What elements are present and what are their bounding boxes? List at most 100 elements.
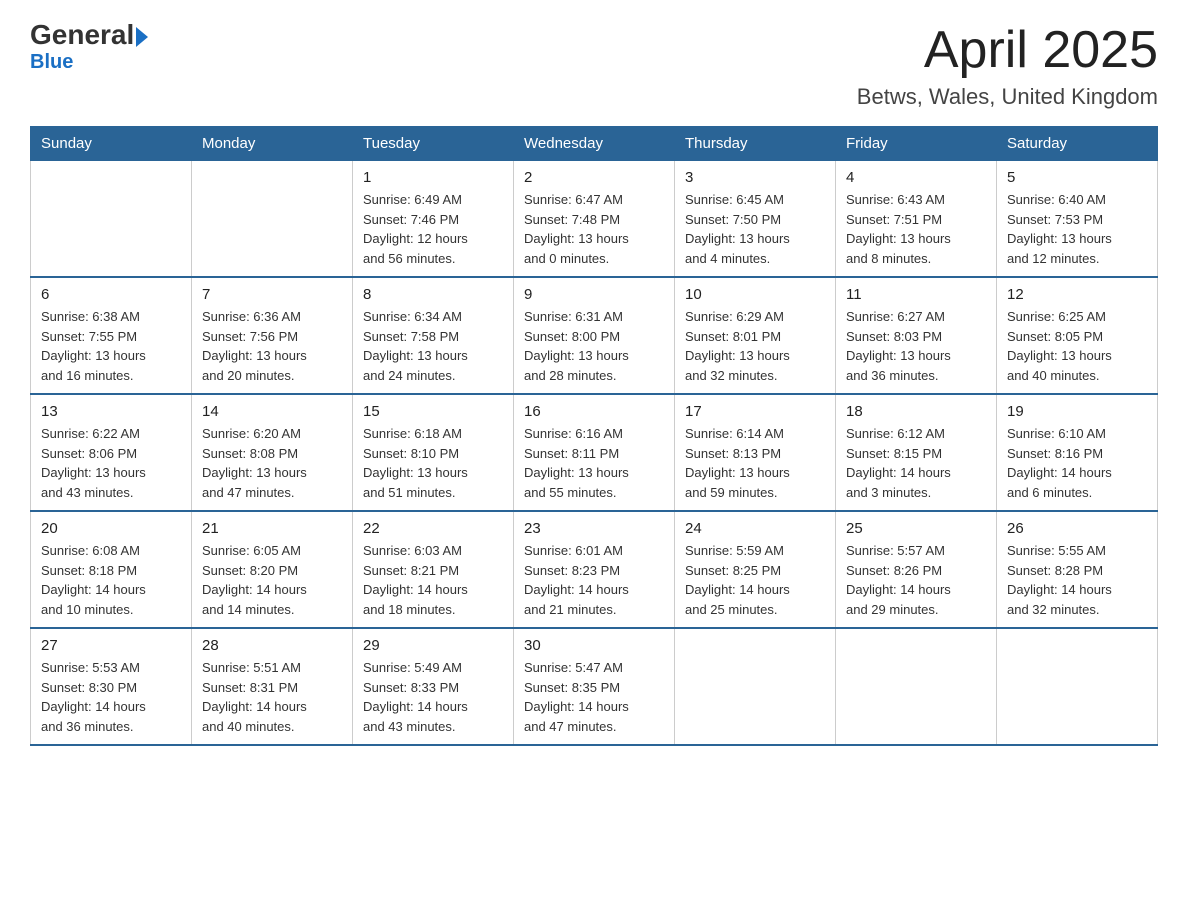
day-info: Sunrise: 6:25 AM Sunset: 8:05 PM Dayligh… [1007,307,1147,385]
day-number: 7 [202,286,342,303]
logo-line1: General [30,20,148,51]
weekday-header-thursday: Thursday [675,127,836,161]
day-number: 27 [41,637,181,654]
day-number: 30 [524,637,664,654]
calendar-cell: 3 Sunrise: 6:45 AM Sunset: 7:50 PM Daylig… [675,161,836,278]
calendar-cell: 7 Sunrise: 6:36 AM Sunset: 7:56 PM Daylig… [192,277,353,394]
logo-line2: Blue [30,51,73,74]
month-title: April 2025 [857,20,1158,80]
day-number: 4 [846,169,986,186]
day-info: Sunrise: 6:01 AM Sunset: 8:23 PM Dayligh… [524,541,664,619]
logo: General Blue [30,20,148,74]
calendar-cell [192,161,353,278]
day-info: Sunrise: 6:40 AM Sunset: 7:53 PM Dayligh… [1007,190,1147,268]
day-number: 26 [1007,520,1147,537]
day-number: 8 [363,286,503,303]
calendar-cell: 9Sunrise: 6:31 AM Sunset: 8:00 PM Daylig… [514,277,675,394]
calendar-cell: 16Sunrise: 6:16 AM Sunset: 8:11 PM Dayli… [514,394,675,511]
calendar-cell: 13 Sunrise: 6:22 AM Sunset: 8:06 PM Dayli… [31,394,192,511]
day-number: 1 [363,169,503,186]
calendar-cell: 6 Sunrise: 6:38 AM Sunset: 7:55 PM Daylig… [31,277,192,394]
calendar-cell: 18 Sunrise: 6:12 AM Sunset: 8:15 PM Dayli… [836,394,997,511]
day-info: Sunrise: 6:18 AM Sunset: 8:10 PM Dayligh… [363,424,503,502]
day-number: 14 [202,403,342,420]
calendar-cell: 19 Sunrise: 6:10 AM Sunset: 8:16 PM Dayli… [997,394,1158,511]
calendar-cell: 14Sunrise: 6:20 AM Sunset: 8:08 PM Dayli… [192,394,353,511]
day-info: Sunrise: 5:49 AM Sunset: 8:33 PM Dayligh… [363,658,503,736]
day-info: Sunrise: 6:05 AM Sunset: 8:20 PM Dayligh… [202,541,342,619]
day-number: 28 [202,637,342,654]
weekday-header-sunday: Sunday [31,127,192,161]
day-number: 29 [363,637,503,654]
calendar-cell [31,161,192,278]
calendar-week-row: 27 Sunrise: 5:53 AM Sunset: 8:30 PM Dayli… [31,628,1158,745]
day-number: 17 [685,403,825,420]
day-info: Sunrise: 6:08 AM Sunset: 8:18 PM Dayligh… [41,541,181,619]
calendar-cell: 29 Sunrise: 5:49 AM Sunset: 8:33 PM Dayli… [353,628,514,745]
calendar-cell: 20 Sunrise: 6:08 AM Sunset: 8:18 PM Dayli… [31,511,192,628]
calendar-week-row: 20 Sunrise: 6:08 AM Sunset: 8:18 PM Dayli… [31,511,1158,628]
day-number: 21 [202,520,342,537]
day-number: 13 [41,403,181,420]
day-info: Sunrise: 6:43 AM Sunset: 7:51 PM Dayligh… [846,190,986,268]
day-info: Sunrise: 6:49 AM Sunset: 7:46 PM Dayligh… [363,190,503,268]
day-number: 24 [685,520,825,537]
calendar-cell: 17 Sunrise: 6:14 AM Sunset: 8:13 PM Dayli… [675,394,836,511]
day-info: Sunrise: 6:47 AM Sunset: 7:48 PM Dayligh… [524,190,664,268]
day-info: Sunrise: 6:14 AM Sunset: 8:13 PM Dayligh… [685,424,825,502]
calendar-cell: 12 Sunrise: 6:25 AM Sunset: 8:05 PM Dayli… [997,277,1158,394]
day-info: Sunrise: 6:31 AM Sunset: 8:00 PM Dayligh… [524,307,664,385]
day-number: 20 [41,520,181,537]
header: General Blue April 2025 Betws, Wales, Un… [30,20,1158,110]
day-info: Sunrise: 5:57 AM Sunset: 8:26 PM Dayligh… [846,541,986,619]
day-info: Sunrise: 6:29 AM Sunset: 8:01 PM Dayligh… [685,307,825,385]
day-info: Sunrise: 6:10 AM Sunset: 8:16 PM Dayligh… [1007,424,1147,502]
calendar-cell: 22 Sunrise: 6:03 AM Sunset: 8:21 PM Dayli… [353,511,514,628]
title-area: April 2025 Betws, Wales, United Kingdom [857,20,1158,110]
day-number: 12 [1007,286,1147,303]
day-info: Sunrise: 6:38 AM Sunset: 7:55 PM Dayligh… [41,307,181,385]
calendar-cell: 27 Sunrise: 5:53 AM Sunset: 8:30 PM Dayli… [31,628,192,745]
calendar-cell [675,628,836,745]
calendar-cell [997,628,1158,745]
day-info: Sunrise: 6:45 AM Sunset: 7:50 PM Dayligh… [685,190,825,268]
day-number: 15 [363,403,503,420]
day-info: Sunrise: 5:55 AM Sunset: 8:28 PM Dayligh… [1007,541,1147,619]
calendar-cell: 10 Sunrise: 6:29 AM Sunset: 8:01 PM Dayli… [675,277,836,394]
day-info: Sunrise: 6:22 AM Sunset: 8:06 PM Dayligh… [41,424,181,502]
day-number: 22 [363,520,503,537]
day-number: 18 [846,403,986,420]
calendar-table: SundayMondayTuesdayWednesdayThursdayFrid… [30,126,1158,746]
calendar-cell: 26 Sunrise: 5:55 AM Sunset: 8:28 PM Dayli… [997,511,1158,628]
day-number: 10 [685,286,825,303]
day-info: Sunrise: 6:03 AM Sunset: 8:21 PM Dayligh… [363,541,503,619]
day-number: 3 [685,169,825,186]
calendar-week-row: 6 Sunrise: 6:38 AM Sunset: 7:55 PM Daylig… [31,277,1158,394]
day-info: Sunrise: 5:47 AM Sunset: 8:35 PM Dayligh… [524,658,664,736]
day-info: Sunrise: 6:34 AM Sunset: 7:58 PM Dayligh… [363,307,503,385]
calendar-cell: 24Sunrise: 5:59 AM Sunset: 8:25 PM Dayli… [675,511,836,628]
calendar-cell: 21 Sunrise: 6:05 AM Sunset: 8:20 PM Dayli… [192,511,353,628]
calendar-cell: 8 Sunrise: 6:34 AM Sunset: 7:58 PM Daylig… [353,277,514,394]
calendar-cell: 30 Sunrise: 5:47 AM Sunset: 8:35 PM Dayli… [514,628,675,745]
weekday-header-wednesday: Wednesday [514,127,675,161]
weekday-header-tuesday: Tuesday [353,127,514,161]
day-number: 6 [41,286,181,303]
calendar-cell: 5 Sunrise: 6:40 AM Sunset: 7:53 PM Daylig… [997,161,1158,278]
calendar-week-row: 13 Sunrise: 6:22 AM Sunset: 8:06 PM Dayli… [31,394,1158,511]
calendar-cell: 11Sunrise: 6:27 AM Sunset: 8:03 PM Dayli… [836,277,997,394]
weekday-header-friday: Friday [836,127,997,161]
day-number: 19 [1007,403,1147,420]
day-number: 11 [846,286,986,303]
weekday-header-monday: Monday [192,127,353,161]
day-info: Sunrise: 5:53 AM Sunset: 8:30 PM Dayligh… [41,658,181,736]
day-info: Sunrise: 6:12 AM Sunset: 8:15 PM Dayligh… [846,424,986,502]
day-number: 5 [1007,169,1147,186]
calendar-cell: 25Sunrise: 5:57 AM Sunset: 8:26 PM Dayli… [836,511,997,628]
calendar-cell [836,628,997,745]
day-info: Sunrise: 6:16 AM Sunset: 8:11 PM Dayligh… [524,424,664,502]
day-info: Sunrise: 6:36 AM Sunset: 7:56 PM Dayligh… [202,307,342,385]
calendar-cell: 15 Sunrise: 6:18 AM Sunset: 8:10 PM Dayli… [353,394,514,511]
calendar-cell: 28Sunrise: 5:51 AM Sunset: 8:31 PM Dayli… [192,628,353,745]
day-number: 23 [524,520,664,537]
